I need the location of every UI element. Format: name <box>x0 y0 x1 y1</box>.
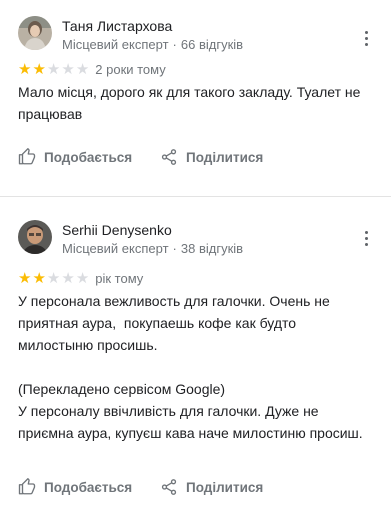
review-text: У персонала вежливость для галочки. Очен… <box>18 293 363 441</box>
more-vert-icon[interactable] <box>363 31 369 46</box>
share-button[interactable]: Поділитися <box>160 148 263 166</box>
star-filled-icon: ★ <box>18 269 32 287</box>
author-block: Таня Листархова Місцевий експерт · 66 відг… <box>62 16 373 53</box>
author-meta: Місцевий експерт · 66 відгуків <box>62 36 373 53</box>
more-vert-icon[interactable] <box>363 231 369 246</box>
review-text: Мало місця, дорого як для такого закладу… <box>18 84 365 122</box>
star-empty-icon: ★ <box>46 269 61 287</box>
star-empty-icon: ★ <box>46 60 61 78</box>
author-meta: Місцевий експерт · 38 відгуків <box>62 240 373 257</box>
star-filled-icon: ★ <box>32 60 46 78</box>
thumb-up-icon <box>18 478 36 496</box>
review-count: 38 відгуків <box>180 241 244 256</box>
star-empty-icon: ★ <box>61 269 75 287</box>
review-card: Таня Листархова Місцевий експерт · 66 відг… <box>0 0 391 196</box>
like-button[interactable]: Подобається <box>18 478 160 496</box>
local-guide-badge: Місцевий експерт <box>62 241 169 256</box>
rating-row: ★ ★ ★ ★ ★ рік тому <box>18 270 373 286</box>
like-label: Подобається <box>44 149 133 165</box>
thumb-up-icon <box>18 148 36 166</box>
meta-separator: · <box>172 37 177 52</box>
avatar[interactable] <box>18 16 52 50</box>
rating-row: ★ ★ ★ ★ ★ 2 роки тому <box>18 61 373 77</box>
star-rating: ★ ★ ★ ★ ★ <box>18 62 89 77</box>
share-icon <box>160 478 178 496</box>
star-empty-icon: ★ <box>75 60 90 78</box>
star-filled-icon: ★ <box>18 60 32 78</box>
author-name[interactable]: Serhii Denysenko <box>62 221 373 239</box>
share-icon <box>160 148 178 166</box>
star-rating: ★ ★ ★ ★ ★ <box>18 271 89 286</box>
review-time: 2 роки тому <box>95 61 166 77</box>
star-empty-icon: ★ <box>75 269 90 287</box>
avatar[interactable] <box>18 220 52 254</box>
share-label: Поділитися <box>186 149 264 165</box>
author-name[interactable]: Таня Листархова <box>62 17 373 35</box>
like-button[interactable]: Подобається <box>18 148 160 166</box>
share-label: Поділитися <box>186 479 264 495</box>
review-actions: Подобається Поділитися <box>18 148 263 166</box>
review-time: рік тому <box>95 270 144 286</box>
review-actions: Подобається Поділитися <box>18 478 263 496</box>
meta-separator: · <box>172 241 177 256</box>
author-block: Serhii Denysenko Місцевий експерт · 38 від… <box>62 220 373 257</box>
star-filled-icon: ★ <box>32 269 46 287</box>
like-label: Подобається <box>44 479 133 495</box>
review-header: Таня Листархова Місцевий експерт · 66 відг… <box>18 0 373 53</box>
review-header: Serhii Denysenko Місцевий експерт · 38 від… <box>18 197 373 257</box>
star-empty-icon: ★ <box>61 60 75 78</box>
share-button[interactable]: Поділитися <box>160 478 263 496</box>
review-card: Serhii Denysenko Місцевий експерт · 38 від… <box>0 197 391 515</box>
local-guide-badge: Місцевий експерт <box>62 37 169 52</box>
review-count: 66 відгуків <box>180 37 244 52</box>
